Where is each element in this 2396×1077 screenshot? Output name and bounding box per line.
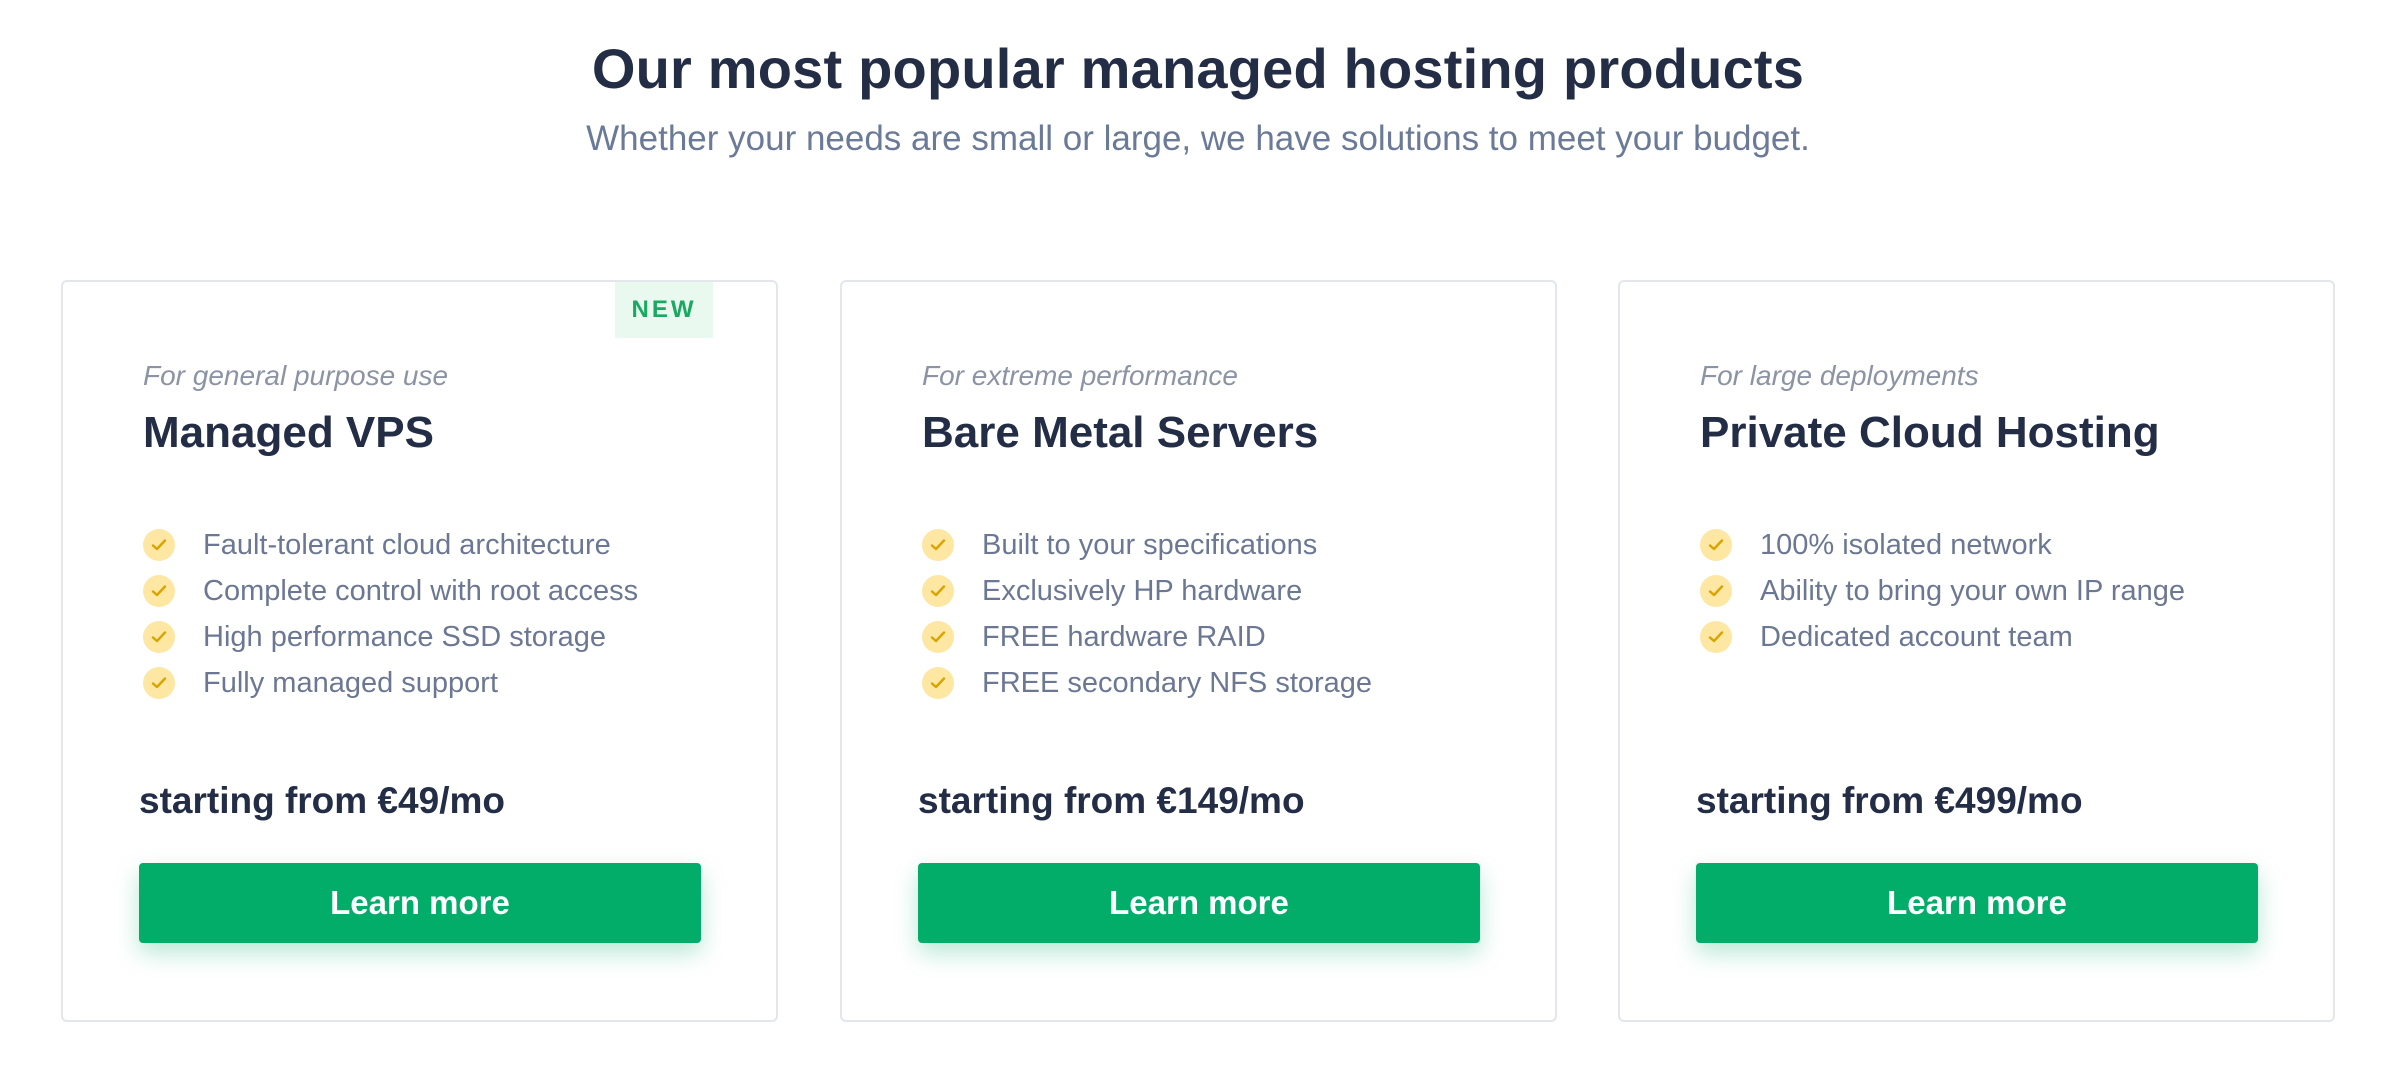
feature-text: 100% isolated network: [1760, 528, 2052, 561]
feature-item: Fault-tolerant cloud architecture: [143, 522, 638, 568]
check-icon: [922, 529, 954, 561]
product-card-managed-vps: NEW For general purpose use Managed VPS …: [61, 280, 778, 1022]
feature-item: 100% isolated network: [1700, 522, 2185, 568]
feature-text: Fully managed support: [203, 666, 498, 699]
feature-list: Built to your specifications Exclusively…: [922, 522, 1372, 706]
feature-list: 100% isolated network Ability to bring y…: [1700, 522, 2185, 660]
feature-text: Fault-tolerant cloud architecture: [203, 528, 611, 561]
feature-text: Ability to bring your own IP range: [1760, 574, 2186, 607]
product-name: Bare Metal Servers: [922, 408, 1319, 457]
new-badge: NEW: [615, 282, 713, 338]
feature-text: FREE hardware RAID: [982, 620, 1266, 653]
feature-item: Exclusively HP hardware: [922, 568, 1372, 614]
check-icon: [922, 575, 954, 607]
page-title: Our most popular managed hosting product…: [591, 37, 1805, 100]
feature-item: Complete control with root access: [143, 568, 638, 614]
feature-item: Fully managed support: [143, 660, 638, 706]
feature-text: Built to your specifications: [982, 528, 1318, 561]
price-label: starting from €49/mo: [139, 780, 505, 821]
feature-item: High performance SSD storage: [143, 614, 638, 660]
pricing-section: Our most popular managed hosting product…: [0, 0, 2396, 1077]
feature-item: Built to your specifications: [922, 522, 1372, 568]
feature-item: FREE secondary NFS storage: [922, 660, 1372, 706]
section-header: Our most popular managed hosting product…: [0, 36, 2396, 159]
learn-more-button[interactable]: Learn more: [918, 863, 1480, 943]
feature-item: Ability to bring your own IP range: [1700, 568, 2185, 614]
product-name: Managed VPS: [143, 408, 434, 457]
check-icon: [922, 667, 954, 699]
product-tagline: For extreme performance: [922, 360, 1238, 391]
product-tagline: For general purpose use: [143, 360, 449, 391]
learn-more-button[interactable]: Learn more: [1696, 863, 2258, 943]
learn-more-button[interactable]: Learn more: [139, 863, 701, 943]
feature-text: Exclusively HP hardware: [982, 574, 1303, 607]
check-icon: [1700, 529, 1732, 561]
product-card-bare-metal: For extreme performance Bare Metal Serve…: [840, 280, 1557, 1022]
check-icon: [1700, 621, 1732, 653]
feature-text: Complete control with root access: [203, 574, 639, 607]
check-icon: [143, 575, 175, 607]
feature-text: FREE secondary NFS storage: [982, 666, 1373, 699]
check-icon: [1700, 575, 1732, 607]
check-icon: [143, 667, 175, 699]
feature-text: High performance SSD storage: [203, 620, 606, 653]
check-icon: [143, 621, 175, 653]
feature-item: Dedicated account team: [1700, 614, 2185, 660]
page-subtitle: Whether your needs are small or large, w…: [586, 119, 1810, 158]
product-name: Private Cloud Hosting: [1700, 408, 2160, 457]
feature-list: Fault-tolerant cloud architecture Comple…: [143, 522, 638, 706]
check-icon: [922, 621, 954, 653]
price-label: starting from €499/mo: [1696, 780, 2083, 821]
feature-item: FREE hardware RAID: [922, 614, 1372, 660]
product-card-private-cloud: For large deployments Private Cloud Host…: [1618, 280, 2335, 1022]
price-label: starting from €149/mo: [918, 780, 1305, 821]
check-icon: [143, 529, 175, 561]
product-tagline: For large deployments: [1700, 360, 1979, 391]
feature-text: Dedicated account team: [1760, 620, 2073, 653]
